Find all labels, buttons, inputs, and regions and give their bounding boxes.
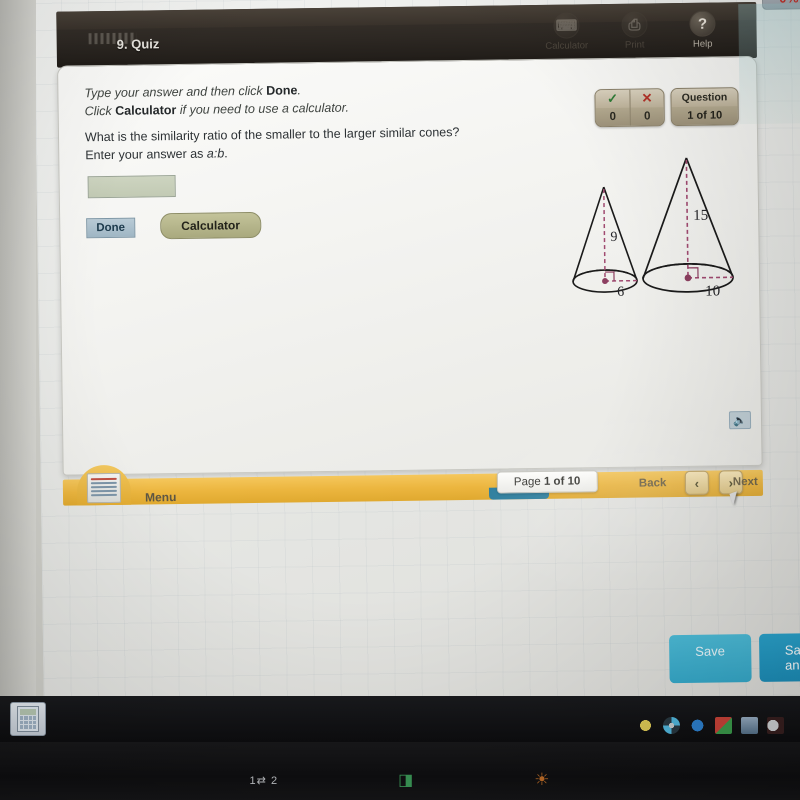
- instructions-text: Type your answer and then click Done. Cl…: [84, 81, 349, 121]
- score-widget: ✓ 0 ✕ 0 Question 1 of 10: [594, 87, 739, 128]
- save-button-row: Save Save and: [669, 632, 800, 684]
- cones-figure: 9 6 15 10: [553, 149, 745, 322]
- speaker-icon[interactable]: 🔈: [728, 411, 752, 430]
- cones-svg: 9 6 15 10: [572, 157, 734, 300]
- score-incorrect-count: 0: [630, 107, 664, 126]
- score-correct-column: ✓ 0: [595, 89, 630, 127]
- menu-label[interactable]: Menu: [145, 490, 177, 504]
- instruction-2b: Calculator: [115, 103, 177, 119]
- question-2c: .: [224, 146, 228, 161]
- instruction-line-2: Click Calculator if you need to use a ca…: [85, 99, 349, 121]
- small-cone-radius-label: 6: [617, 285, 624, 300]
- calculator-icon: ⌨: [553, 12, 580, 39]
- print-icon: ⎙: [621, 11, 648, 38]
- tab-quiz[interactable]: 9. Quiz: [117, 36, 160, 52]
- tray-document-icon[interactable]: [741, 717, 758, 734]
- small-cone-height-label: 9: [610, 230, 617, 245]
- toolbar-calculator-button[interactable]: ⌨ Calculator: [540, 12, 593, 52]
- back-label[interactable]: Back: [639, 477, 667, 489]
- tray-sync-icon[interactable]: [663, 717, 680, 734]
- score-incorrect-column: ✕ 0: [629, 89, 664, 126]
- save-and-continue-button[interactable]: Save and: [758, 632, 800, 682]
- system-tray: [637, 717, 784, 734]
- next-label[interactable]: Next: [733, 476, 758, 488]
- large-cone: 15 10: [642, 157, 734, 300]
- question-2b: a:b: [206, 146, 225, 161]
- question-counter-box: Question 1 of 10: [670, 87, 739, 127]
- header-toolbar: ⌨ Calculator ⎙ Print ? Help: [540, 10, 729, 52]
- question-panel: Type your answer and then click Done. Cl…: [57, 55, 763, 476]
- instruction-1c: .: [297, 83, 302, 98]
- instruction-2a: Click: [84, 104, 116, 119]
- taskbar-calculator-icon[interactable]: [10, 702, 46, 736]
- monitor-osd-buttons: 1⇄ 2 ◨ ☀: [0, 770, 800, 790]
- monitor-photo: 0% 9. Quiz ⌨ Calculator ⎙ Print ? Help: [0, 0, 800, 800]
- osd-display-icon[interactable]: ◨: [398, 770, 414, 790]
- menu-list-icon: [86, 472, 122, 504]
- calculator-glyph: [17, 706, 39, 732]
- page-indicator: Page 1 of 10: [496, 470, 598, 494]
- score-box: ✓ 0 ✕ 0: [594, 88, 665, 128]
- help-icon: ?: [689, 10, 716, 37]
- monitor-bezel-left: [0, 0, 36, 696]
- tray-display-icon[interactable]: [715, 717, 732, 734]
- done-button[interactable]: Done: [86, 217, 136, 239]
- answer-input[interactable]: [87, 175, 176, 199]
- toolbar-print-label: Print: [624, 39, 645, 51]
- toolbar-help-button[interactable]: ? Help: [676, 10, 729, 50]
- screen-content: 0% 9. Quiz ⌨ Calculator ⎙ Print ? Help: [34, 0, 800, 706]
- toolbar-print-button[interactable]: ⎙ Print: [608, 11, 661, 51]
- instruction-1b: Done: [266, 83, 298, 98]
- progress-percent-badge: 0%: [761, 0, 800, 10]
- calculator-button[interactable]: Calculator: [160, 211, 262, 240]
- question-counter-value: 1 of 10: [671, 106, 738, 126]
- osd-source-button[interactable]: 1⇄ 2: [250, 774, 279, 787]
- question-text: What is the similarity ratio of the smal…: [85, 122, 525, 164]
- question-counter-label: Question: [671, 88, 738, 108]
- tray-warning-icon[interactable]: [637, 717, 654, 734]
- question-2a: Enter your answer as: [85, 146, 207, 163]
- page-prefix: Page: [513, 475, 541, 489]
- check-icon: ✓: [595, 89, 630, 109]
- tray-volume-muted-icon[interactable]: [767, 717, 784, 734]
- large-cone-radius-label: 10: [705, 283, 720, 299]
- toolbar-help-label: Help: [692, 38, 713, 50]
- toolbar-calculator-label: Calculator: [545, 40, 589, 52]
- tray-network-icon[interactable]: [689, 717, 706, 734]
- page-value: 1 of 10: [543, 475, 581, 488]
- save-button[interactable]: Save: [669, 634, 752, 684]
- small-cone: 9 6: [572, 186, 638, 300]
- large-cone-height-label: 15: [693, 208, 708, 224]
- instruction-2c: if you need to use a calculator.: [176, 100, 349, 118]
- cross-icon: ✕: [630, 89, 664, 108]
- back-button[interactable]: ‹: [684, 470, 710, 495]
- score-correct-count: 0: [595, 107, 630, 127]
- progress-percent-value: 0%: [779, 0, 799, 5]
- instruction-1a: Type your answer and then click: [84, 83, 267, 101]
- osd-brightness-icon[interactable]: ☀: [534, 770, 550, 790]
